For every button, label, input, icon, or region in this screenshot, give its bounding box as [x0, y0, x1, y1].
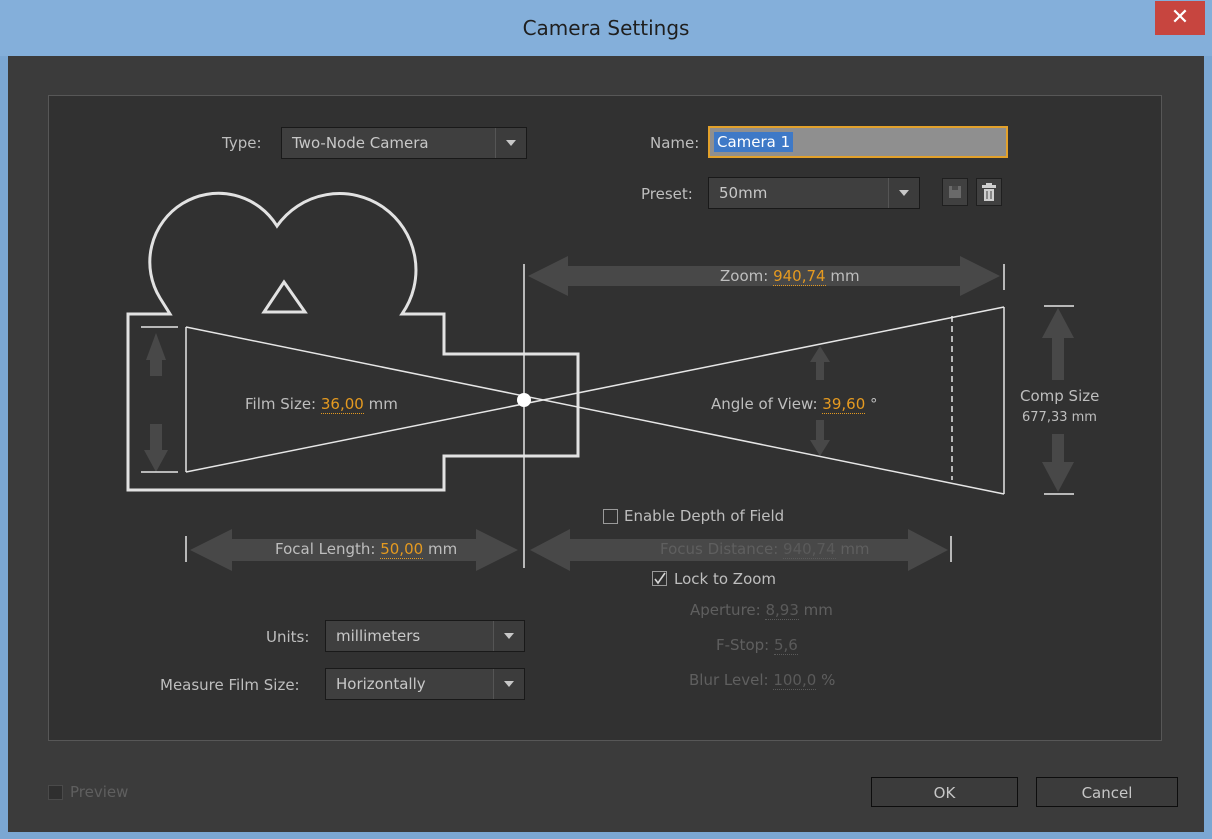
focus-distance-field: Focus Distance: 940,74 mm — [660, 540, 870, 559]
type-label: Type: — [222, 134, 262, 152]
fstop-field: F-Stop: 5,6 — [716, 636, 798, 655]
lock-to-zoom-checkbox[interactable] — [652, 571, 667, 586]
blur-level-label: Blur Level: — [689, 671, 769, 689]
angle-of-view-field: Angle of View: 39,60 ° — [711, 395, 878, 414]
save-preset-icon — [949, 186, 961, 198]
blur-level-unit: % — [821, 671, 836, 689]
chevron-down-icon — [493, 621, 524, 651]
ok-button[interactable]: OK — [871, 777, 1018, 807]
delete-preset-button[interactable] — [976, 178, 1002, 206]
preview-label: Preview — [70, 783, 129, 801]
camera-body-outline — [126, 191, 580, 492]
comp-size-up-arrow — [1042, 308, 1074, 380]
zoom-value[interactable]: 940,74 — [773, 267, 826, 286]
fstop-value[interactable]: 5,6 — [773, 636, 798, 655]
preview-checkbox[interactable] — [48, 785, 63, 800]
preset-dropdown[interactable]: 50mm — [708, 177, 920, 209]
zoom-label: Zoom: — [720, 267, 769, 285]
type-dropdown[interactable]: Two-Node Camera — [281, 127, 527, 159]
comp-size-down-arrow — [1042, 434, 1074, 492]
film-size-unit: mm — [368, 395, 398, 413]
focus-distance-unit: mm — [840, 540, 870, 558]
preset-label: Preset: — [641, 185, 693, 203]
type-value: Two-Node Camera — [292, 134, 429, 152]
zoom-unit: mm — [830, 267, 860, 285]
focus-distance-label: Focus Distance: — [660, 540, 779, 558]
angle-of-view-value[interactable]: 39,60 — [822, 395, 866, 414]
checkmark-icon — [654, 572, 666, 585]
focal-length-unit: mm — [427, 540, 458, 558]
film-size-label: Film Size: — [245, 395, 317, 413]
angle-down-arrow — [810, 420, 830, 456]
units-value: millimeters — [336, 627, 421, 645]
angle-of-view-unit: ° — [870, 395, 878, 413]
nodal-point — [517, 393, 531, 407]
lock-to-zoom-label: Lock to Zoom — [674, 570, 777, 588]
units-dropdown[interactable]: millimeters — [325, 620, 525, 652]
trash-icon — [982, 183, 996, 201]
name-label: Name: — [650, 134, 700, 152]
focal-length-value[interactable]: 50,00 — [380, 540, 424, 559]
measure-film-size-value: Horizontally — [336, 675, 426, 693]
film-size-up-arrow — [146, 333, 166, 376]
save-preset-button[interactable] — [942, 178, 968, 206]
camera-settings-window: Camera Settings ✕ Type: Two-Node Camera … — [0, 0, 1212, 839]
comp-size-label: Comp Size — [1020, 387, 1100, 405]
chevron-down-icon — [888, 178, 919, 208]
units-label: Units: — [266, 628, 310, 646]
focus-distance-value[interactable]: 940,74 — [783, 540, 836, 559]
angle-of-view-label: Angle of View: — [711, 395, 818, 413]
film-size-field: Film Size: 36,00 mm — [245, 395, 398, 414]
measure-film-size-label: Measure Film Size: — [160, 676, 300, 694]
zoom-field: Zoom: 940,74 mm — [720, 267, 860, 286]
film-size-down-arrow — [144, 424, 168, 472]
preset-value: 50mm — [719, 184, 768, 202]
cancel-button[interactable]: Cancel — [1036, 777, 1178, 807]
depth-of-field-checkbox[interactable] — [603, 509, 618, 524]
aperture-label: Aperture: — [690, 601, 761, 619]
depth-of-field-label: Enable Depth of Field — [624, 507, 785, 525]
angle-up-arrow — [810, 346, 830, 380]
fstop-label: F-Stop: — [716, 636, 770, 654]
name-value: Camera 1 — [714, 132, 794, 152]
chevron-down-icon — [495, 128, 526, 158]
aperture-value[interactable]: 8,93 — [765, 601, 799, 620]
aperture-unit: mm — [803, 601, 833, 619]
measure-film-size-dropdown[interactable]: Horizontally — [325, 668, 525, 700]
blur-level-field: Blur Level: 100,0 % — [689, 671, 836, 690]
focal-length-field: Focal Length: 50,00 mm — [275, 540, 458, 559]
focal-length-label: Focal Length: — [275, 540, 376, 558]
name-input[interactable]: Camera 1 — [708, 126, 1008, 158]
film-size-value[interactable]: 36,00 — [320, 395, 364, 414]
comp-size-value: 677,33 mm — [1022, 410, 1097, 425]
blur-level-value[interactable]: 100,0 — [773, 671, 817, 690]
chevron-down-icon — [493, 669, 524, 699]
aperture-field: Aperture: 8,93 mm — [690, 601, 833, 620]
